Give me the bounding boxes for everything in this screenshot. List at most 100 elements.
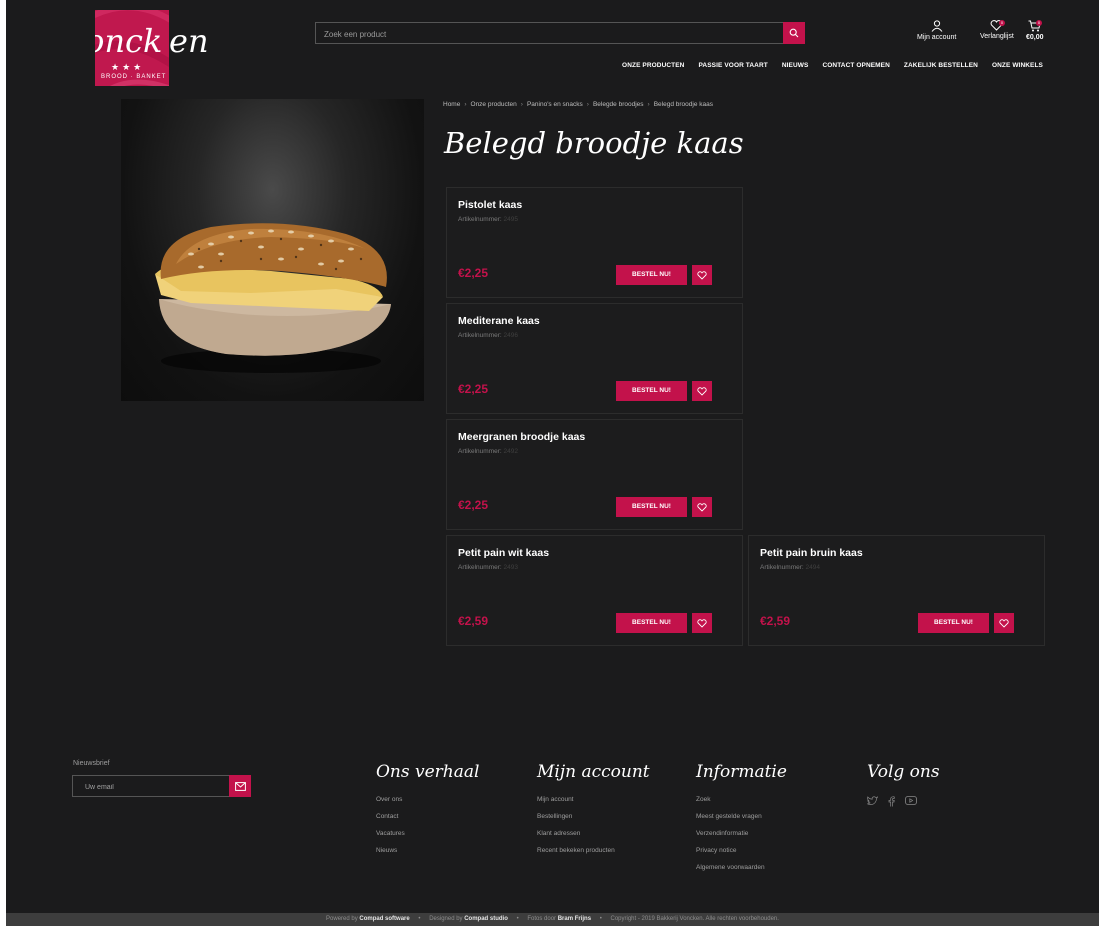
nav-item-stores[interactable]: ONZE WINKELS <box>992 62 1043 69</box>
product-price: €2,59 <box>458 614 489 628</box>
order-button[interactable]: BESTEL NU! <box>616 381 687 401</box>
account-link[interactable]: Mijn account <box>917 20 956 41</box>
logo-wordmark: Vonck <box>95 22 163 60</box>
nav-item-products[interactable]: ONZE PRODUCTEN <box>622 62 684 69</box>
newsletter-submit-button[interactable] <box>229 775 251 797</box>
footer-link[interactable]: Meest gestelde vragen <box>696 813 787 821</box>
newsletter-email-input[interactable] <box>83 776 227 798</box>
user-icon <box>931 20 943 32</box>
wishlist-link[interactable]: 0 Verlanglijst <box>980 20 1014 40</box>
wishlist-button[interactable] <box>692 613 712 633</box>
product-price: €2,25 <box>458 266 489 280</box>
page: Vonck ★★★ BROOD · BANKET en Mijn account… <box>6 0 1099 926</box>
footer-link[interactable]: Klant adressen <box>537 830 650 838</box>
page-title: Belegd broodje kaas <box>444 126 744 160</box>
footer-link[interactable]: Recent bekeken producten <box>537 847 650 855</box>
copyright-text: Copyright - 2019 Bakkerij Voncken. Alle … <box>610 916 779 922</box>
logo-subtitle: BROOD · BANKET <box>101 74 167 80</box>
sandwich-image <box>155 223 391 373</box>
breadcrumb-item-home[interactable]: Home <box>443 101 460 108</box>
logo-stars: ★★★ <box>111 62 145 72</box>
nav-item-business-order[interactable]: ZAKELIJK BESTELLEN <box>904 62 978 69</box>
footer-column-mijn-account: Mijn account Mijn account Bestellingen K… <box>537 762 650 864</box>
product-card: Petit pain wit kaas Artikelnummer: 2493 … <box>446 535 743 646</box>
order-button[interactable]: BESTEL NU! <box>918 613 989 633</box>
search-bar <box>315 22 805 45</box>
powered-by-link[interactable]: Compad software <box>359 916 409 922</box>
separator-dot: • <box>516 916 519 922</box>
heart-icon <box>999 618 1009 628</box>
cart-total: €0,00 <box>1026 34 1044 41</box>
footer-link[interactable]: Verzendinformatie <box>696 830 787 838</box>
designed-by-link[interactable]: Compad studio <box>464 916 508 922</box>
account-label: Mijn account <box>917 34 957 41</box>
photos-by-label: Fotos door <box>527 916 557 922</box>
product-name[interactable]: Petit pain bruin kaas <box>760 547 863 559</box>
footer-link[interactable]: Vacatures <box>376 830 479 838</box>
newsletter-label: Nieuwsbrief <box>73 760 110 767</box>
search-icon <box>789 28 799 38</box>
article-number: Artikelnummer: 2492 <box>458 448 518 455</box>
product-name[interactable]: Pistolet kaas <box>458 199 522 211</box>
product-card: Mediterane kaas Artikelnummer: 2496 €2,2… <box>446 303 743 414</box>
wishlist-button[interactable] <box>994 613 1014 633</box>
wishlist-button[interactable] <box>692 265 712 285</box>
heart-icon <box>697 502 707 512</box>
product-name[interactable]: Petit pain wit kaas <box>458 547 549 559</box>
nav-item-taart[interactable]: PASSIE VOOR TAART <box>698 62 767 69</box>
article-number: Artikelnummer: 2496 <box>458 332 518 339</box>
product-name[interactable]: Mediterane kaas <box>458 315 540 327</box>
footer-link[interactable]: Mijn account <box>537 796 650 804</box>
nav-item-contact[interactable]: CONTACT OPNEMEN <box>822 62 889 69</box>
separator-dot: • <box>418 916 421 922</box>
footer-link[interactable]: Bestellingen <box>537 813 650 821</box>
bottom-bar: Powered by Compad software • Designed by… <box>6 913 1099 926</box>
order-button[interactable]: BESTEL NU! <box>616 613 687 633</box>
nav-item-news[interactable]: NIEUWS <box>782 62 809 69</box>
wishlist-count-badge: 0 <box>999 20 1005 26</box>
order-button[interactable]: BESTEL NU! <box>616 497 687 517</box>
wishlist-button[interactable] <box>692 381 712 401</box>
product-photo <box>121 99 424 401</box>
twitter-icon[interactable] <box>867 796 878 805</box>
envelope-icon <box>234 781 246 791</box>
brand-logo[interactable]: Vonck ★★★ BROOD · BANKET <box>95 10 169 86</box>
breadcrumb-item-paninos[interactable]: Panino's en snacks <box>527 101 583 108</box>
cart-link[interactable]: 0 €0,00 <box>1026 20 1044 41</box>
wishlist-label: Verlanglijst <box>980 33 1014 40</box>
breadcrumb-item-products[interactable]: Onze producten <box>471 101 517 108</box>
wishlist-button[interactable] <box>692 497 712 517</box>
footer-link[interactable]: Over ons <box>376 796 479 804</box>
footer-column-ons-verhaal: Ons verhaal Over ons Contact Vacatures N… <box>376 762 479 864</box>
footer-link[interactable]: Zoek <box>696 796 787 804</box>
separator-dot: • <box>599 916 602 922</box>
breadcrumb-separator: › <box>586 101 589 108</box>
designed-by-label: Designed by <box>429 916 463 922</box>
breadcrumb-item-belegde-broodjes[interactable]: Belegde broodjes <box>593 101 644 108</box>
breadcrumb-separator: › <box>647 101 650 108</box>
heart-icon <box>697 270 707 280</box>
footer-link[interactable]: Nieuws <box>376 847 479 855</box>
footer-column-informatie: Informatie Zoek Meest gestelde vragen Ve… <box>696 762 787 881</box>
search-input[interactable] <box>322 23 786 45</box>
footer-link[interactable]: Contact <box>376 813 479 821</box>
order-button[interactable]: BESTEL NU! <box>616 265 687 285</box>
footer-link[interactable]: Privacy notice <box>696 847 787 855</box>
logo-wordmark-tail: en <box>169 22 209 60</box>
footer-column-title: Ons verhaal <box>376 762 480 782</box>
product-card: Meergranen broodje kaas Artikelnummer: 2… <box>446 419 743 530</box>
youtube-icon[interactable] <box>905 796 917 805</box>
powered-by-label: Powered by <box>326 916 358 922</box>
footer-column-title: Informatie <box>696 762 787 782</box>
breadcrumb-item-current: Belegd broodje kaas <box>653 101 713 108</box>
main-nav: ONZE PRODUCTEN PASSIE VOOR TAART NIEUWS … <box>622 62 1043 69</box>
photos-by-link[interactable]: Bram Frijns <box>558 916 591 922</box>
footer-column-title: Mijn account <box>537 762 650 782</box>
breadcrumb-separator: › <box>520 101 523 108</box>
footer-link[interactable]: Algemene voorwaarden <box>696 864 787 872</box>
footer-column-title: Volg ons <box>867 762 940 782</box>
facebook-icon[interactable] <box>888 796 895 807</box>
search-button[interactable] <box>783 22 805 44</box>
newsletter-form <box>72 775 251 798</box>
product-name[interactable]: Meergranen broodje kaas <box>458 431 585 443</box>
